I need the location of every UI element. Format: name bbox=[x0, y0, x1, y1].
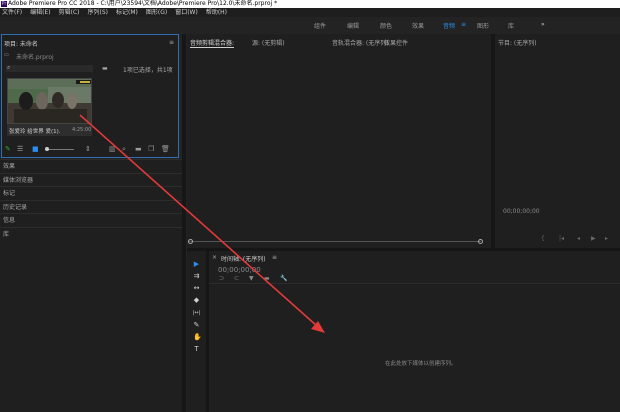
timeline-ruler-divider bbox=[209, 283, 620, 284]
timeline-close-icon[interactable]: × bbox=[212, 254, 217, 261]
program-timecode: 00;00;00;00 bbox=[503, 208, 540, 215]
clip-duration: 4:25:00 bbox=[72, 127, 92, 133]
tools-panel: ▶ ⇉ ↔ ◆ |↔| ✎ ✋ T bbox=[187, 251, 206, 412]
clip-label-bar: 张爱玲 给世界 爱(1). 4:25:00 bbox=[7, 124, 92, 136]
rewind-icon[interactable]: ◂ bbox=[577, 235, 580, 242]
workspace-bar: 组件 编辑 颜色 效果 音频 ≡ 图形 库 » bbox=[0, 17, 620, 32]
icon-view-icon[interactable]: ■ bbox=[32, 145, 39, 153]
menu-marker[interactable]: 标记(M) bbox=[116, 8, 138, 17]
menu-clip[interactable]: 剪辑(C) bbox=[59, 8, 80, 17]
selection-tool-icon[interactable]: ▶ bbox=[193, 261, 200, 268]
linked-selection-icon[interactable]: ⊂ bbox=[234, 275, 239, 282]
source-scrollbar[interactable] bbox=[189, 241, 481, 242]
window-title: Adobe Premiere Pro CC 2018 - C:\用户\23594… bbox=[8, 0, 278, 7]
workspace-libraries[interactable]: 库 bbox=[508, 21, 514, 30]
timeline-panel: × 时间轴: (无序列) ≡ 00;00;00;00 ⊃ ⊂ ▼ ▬ 🔧 在此处… bbox=[209, 251, 620, 412]
type-tool-icon[interactable]: T bbox=[193, 346, 200, 353]
project-panel-menu-icon[interactable]: ≡ bbox=[169, 39, 174, 46]
forward-icon[interactable]: ▸ bbox=[605, 235, 608, 242]
side-panels-list: 效果 媒体浏览器 标记 历史记录 信息 库 bbox=[0, 159, 182, 412]
menu-bar: 文件(F) 编辑(E) 剪辑(C) 序列(S) 标记(M) 图形(G) 窗口(W… bbox=[0, 8, 620, 17]
timeline-title[interactable]: 时间轴: (无序列) bbox=[221, 254, 266, 263]
menu-edit[interactable]: 编辑(E) bbox=[30, 8, 50, 17]
tab-audio-clip-mixer-menu-icon[interactable]: ≡ bbox=[226, 38, 231, 45]
tab-effect-controls[interactable]: 效果控件 bbox=[384, 38, 408, 47]
source-panel: 音频剪辑混合器: ≡ 源: (无剪辑) 音轨混合器: (无序列) 效果控件 bbox=[187, 34, 491, 248]
workspace-graphics[interactable]: 图形 bbox=[477, 21, 489, 30]
zoom-slider-handle[interactable] bbox=[45, 147, 49, 151]
project-panel-title[interactable]: 项目: 未命名 bbox=[4, 39, 38, 48]
panel-markers[interactable]: 标记 bbox=[0, 186, 182, 200]
add-marker-icon[interactable]: ▼ bbox=[249, 275, 254, 282]
project-search-input[interactable]: ⌕ bbox=[6, 64, 93, 72]
premiere-logo-icon: Pr bbox=[1, 1, 7, 7]
new-bin-icon[interactable]: ▬ bbox=[102, 65, 108, 72]
ripple-edit-tool-icon[interactable]: ↔ bbox=[193, 285, 200, 292]
clip-thumbnail-image bbox=[8, 79, 91, 123]
mark-in-icon[interactable]: { bbox=[541, 235, 545, 242]
step-back-icon[interactable]: |◂ bbox=[559, 235, 564, 242]
project-file-name: 未命名.prproj bbox=[16, 54, 54, 61]
new-item-icon[interactable]: ❐ bbox=[148, 145, 154, 153]
menu-graphics[interactable]: 图形(G) bbox=[146, 8, 167, 17]
menu-help[interactable]: 帮助(H) bbox=[206, 8, 227, 17]
tab-audio-track-mixer[interactable]: 音轨混合器: (无序列) bbox=[332, 38, 389, 47]
menu-sequence[interactable]: 序列(S) bbox=[88, 8, 109, 17]
scroll-right-handle[interactable] bbox=[478, 239, 483, 244]
write-protect-icon[interactable]: ✎ bbox=[5, 145, 11, 153]
search-icon: ⌕ bbox=[7, 64, 11, 71]
more-workspaces-icon[interactable]: » bbox=[541, 21, 545, 28]
workspace-color[interactable]: 颜色 bbox=[380, 21, 392, 30]
timeline-display-icon[interactable]: ▬ bbox=[264, 275, 270, 282]
timeline-menu-icon[interactable]: ≡ bbox=[272, 254, 277, 261]
track-select-tool-icon[interactable]: ⇉ bbox=[193, 273, 200, 280]
pen-tool-icon[interactable]: ✎ bbox=[193, 322, 200, 329]
zoom-slider[interactable] bbox=[46, 149, 74, 150]
hand-tool-icon[interactable]: ✋ bbox=[193, 334, 202, 341]
automate-to-sequence-icon[interactable]: ▥ bbox=[109, 145, 116, 153]
menu-window[interactable]: 窗口(W) bbox=[175, 8, 198, 17]
workspace-menu-icon[interactable]: ≡ bbox=[461, 21, 466, 28]
title-bar: Pr Adobe Premiere Pro CC 2018 - C:\用户\235… bbox=[0, 0, 620, 8]
wrench-icon[interactable]: 🔧 bbox=[280, 275, 287, 282]
project-panel: 项目: 未命名 ≡ 未命名.prproj ▭ ⌕ ▬ 1项已选择，共1项 张爱玲… bbox=[1, 34, 179, 158]
play-icon[interactable]: ▶ bbox=[591, 235, 596, 242]
razor-tool-icon[interactable]: ◆ bbox=[193, 297, 200, 304]
timeline-drop-hint: 在此处放下媒体以创建序列。 bbox=[385, 361, 457, 367]
program-monitor-title[interactable]: 节目: (无序列) bbox=[498, 38, 537, 47]
panel-libraries[interactable]: 库 bbox=[0, 226, 182, 241]
timeline-timecode[interactable]: 00;00;00;00 bbox=[218, 266, 261, 274]
selection-count: 1项已选择，共1项 bbox=[123, 67, 173, 74]
project-file-icon: ▭ bbox=[4, 52, 9, 58]
workspace-editing[interactable]: 编辑 bbox=[347, 21, 359, 30]
sort-icon[interactable]: ⇕ bbox=[85, 145, 91, 153]
workspace-effects[interactable]: 效果 bbox=[412, 21, 424, 30]
slip-tool-icon[interactable]: |↔| bbox=[191, 310, 202, 317]
program-monitor: 节目: (无序列) 00;00;00;00 { |◂ ◂ ▶ ▸ bbox=[495, 34, 620, 248]
find-icon[interactable]: ⌕ bbox=[122, 145, 126, 154]
clip-thumbnail[interactable] bbox=[7, 78, 92, 124]
panel-divider[interactable] bbox=[182, 34, 186, 412]
panel-info[interactable]: 信息 bbox=[0, 213, 182, 227]
workspace-audio[interactable]: 音频 bbox=[443, 21, 455, 30]
scroll-left-handle[interactable] bbox=[188, 239, 193, 244]
workspace-assembly[interactable]: 组件 bbox=[314, 21, 326, 30]
clip-name: 张爱玲 给世界 爱(1). bbox=[9, 129, 61, 135]
tab-source[interactable]: 源: (无剪辑) bbox=[252, 38, 285, 47]
panel-effects[interactable]: 效果 bbox=[0, 159, 182, 173]
trash-icon[interactable]: 🗑 bbox=[161, 145, 170, 153]
snap-icon[interactable]: ⊃ bbox=[219, 275, 224, 282]
new-bin-button-icon[interactable]: ▬ bbox=[135, 145, 142, 153]
panel-media-browser[interactable]: 媒体浏览器 bbox=[0, 172, 182, 187]
panel-history[interactable]: 历史记录 bbox=[0, 199, 182, 214]
list-view-icon[interactable]: ☰ bbox=[17, 145, 23, 153]
menu-file[interactable]: 文件(F) bbox=[2, 8, 22, 17]
